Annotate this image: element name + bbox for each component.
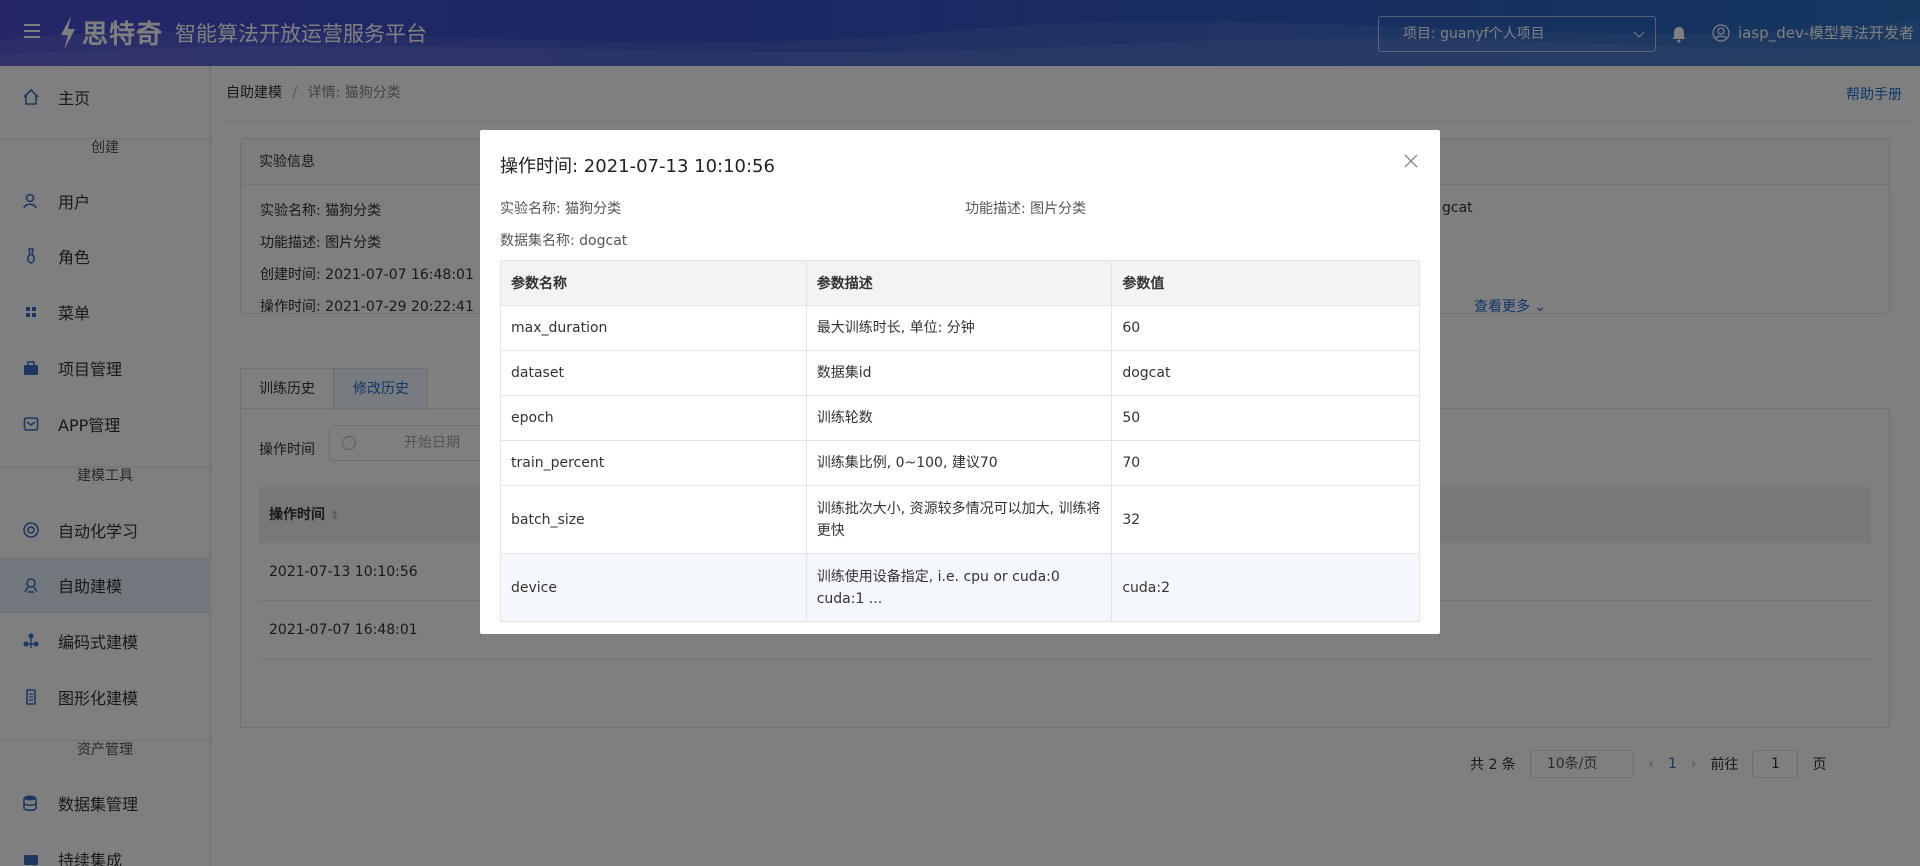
close-icon[interactable] xyxy=(1404,154,1418,168)
table-row: dataset 数据集id dogcat xyxy=(500,350,1420,396)
param-value: 70 xyxy=(1111,440,1420,486)
params-table: 参数名称 参数描述 参数值 max_duration 最大训练时长, 单位: 分… xyxy=(500,260,1420,622)
param-name: max_duration xyxy=(500,305,807,351)
param-value: 60 xyxy=(1111,305,1420,351)
table-row: epoch 训练轮数 50 xyxy=(500,395,1420,441)
params-header-row: 参数名称 参数描述 参数值 xyxy=(500,260,1420,306)
param-value: 50 xyxy=(1111,395,1420,441)
param-desc: 训练集比例, 0~100, 建议70 xyxy=(805,440,1113,486)
param-desc-header: 参数描述 xyxy=(805,260,1113,306)
param-name: epoch xyxy=(500,395,807,441)
param-value: dogcat xyxy=(1111,350,1420,396)
modal-dataset-name: 数据集名称: dogcat xyxy=(500,233,628,249)
param-name: device xyxy=(500,553,807,622)
param-desc: 训练使用设备指定, i.e. cpu or cuda:0 cuda:1 ... xyxy=(805,553,1113,622)
param-desc: 训练轮数 xyxy=(805,395,1113,441)
param-name: dataset xyxy=(500,350,807,396)
param-value: 32 xyxy=(1111,485,1420,554)
modal-exp-name: 实验名称: 猫狗分类 xyxy=(500,201,622,217)
param-value: cuda:2 xyxy=(1111,553,1420,622)
modal-func-desc: 功能描述: 图片分类 xyxy=(965,201,1087,217)
table-row: batch_size 训练批次大小, 资源较多情况可以加大, 训练将更快 32 xyxy=(500,485,1420,554)
param-value-header: 参数值 xyxy=(1111,260,1420,306)
param-desc: 数据集id xyxy=(805,350,1113,396)
table-row: device 训练使用设备指定, i.e. cpu or cuda:0 cuda… xyxy=(500,553,1420,622)
param-desc: 训练批次大小, 资源较多情况可以加大, 训练将更快 xyxy=(805,485,1113,554)
param-desc: 最大训练时长, 单位: 分钟 xyxy=(805,305,1113,351)
param-name: train_percent xyxy=(500,440,807,486)
modal-title: 操作时间: 2021-07-13 10:10:56 xyxy=(500,156,775,177)
param-name: batch_size xyxy=(500,485,807,554)
param-name-header: 参数名称 xyxy=(500,260,807,306)
table-row: train_percent 训练集比例, 0~100, 建议70 70 xyxy=(500,440,1420,486)
table-row: max_duration 最大训练时长, 单位: 分钟 60 xyxy=(500,305,1420,351)
detail-modal: 操作时间: 2021-07-13 10:10:56 实验名称: 猫狗分类 功能描… xyxy=(480,130,1440,634)
